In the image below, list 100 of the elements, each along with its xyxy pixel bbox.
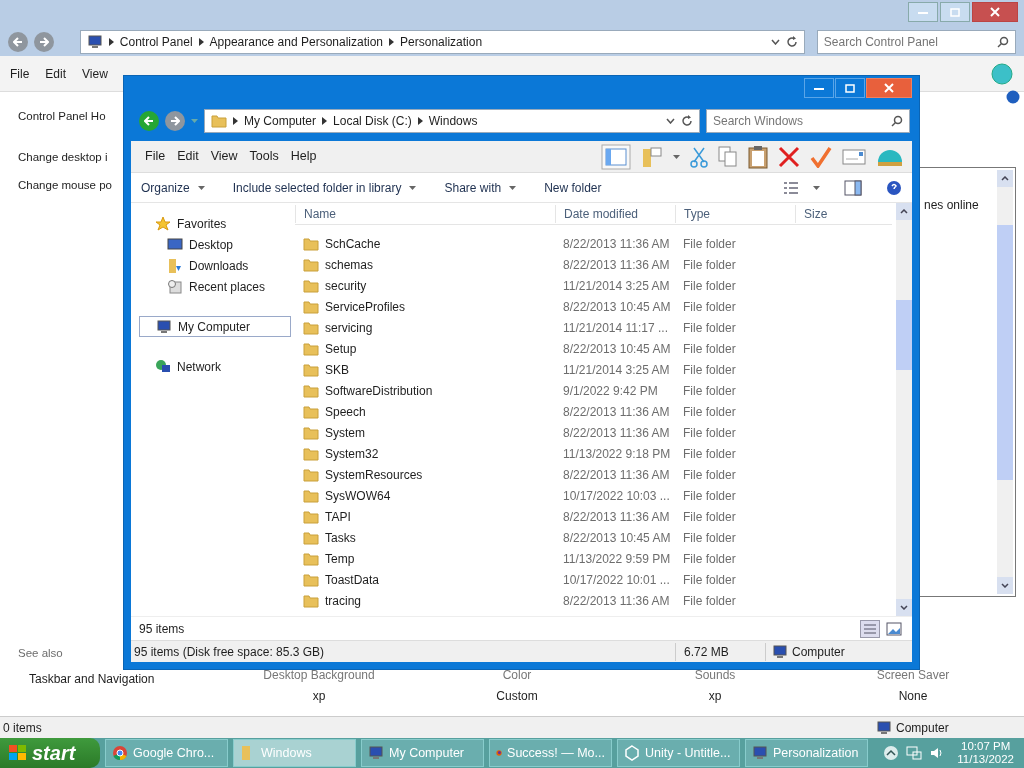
menu-item[interactable]: Help [284,145,323,168]
close-button[interactable] [972,2,1018,22]
chevron-icon [389,38,395,46]
theme-setting-label[interactable]: Sounds [694,666,736,684]
vertical-scrollbar[interactable] [997,170,1013,594]
maximize-button[interactable] [835,78,865,98]
breadcrumb-item[interactable]: Personalization [400,33,483,51]
navigation-item[interactable]: Recent places [139,276,291,297]
theme-setting-label[interactable]: Desktop Background [263,666,375,684]
file-name[interactable]: SchCache [295,234,555,253]
details-view-icon[interactable] [860,619,880,638]
minimize-button[interactable] [804,78,834,98]
toolbar-command[interactable]: Share with [444,178,517,197]
folder-icon [303,551,319,566]
file-name[interactable]: Speech [295,402,555,421]
toolbar-command[interactable]: Include selected folder in library [232,178,417,197]
menu-item[interactable]: Edit [171,145,205,168]
copy-icon[interactable] [718,145,738,168]
file-name[interactable]: security [295,276,555,295]
navigation-item[interactable]: Network [139,356,291,377]
delete-icon[interactable] [778,145,800,168]
date-cell-text: 8/22/2013 11:36 AM [562,508,671,526]
network-icon[interactable] [905,745,924,761]
column-header[interactable]: Size [795,204,875,223]
menu-item[interactable]: Tools [243,145,285,168]
column-header[interactable]: Type [675,204,795,223]
sidebar-link[interactable]: Change mouse po [18,176,123,194]
start-button[interactable]: start [0,738,100,768]
chevron-up-icon[interactable] [883,745,900,761]
file-name[interactable]: SysWOW64 [295,486,555,505]
file-name[interactable]: ToastData [295,570,555,589]
theme-setting-label[interactable]: Color [502,666,532,684]
sidebar-link[interactable]: Change desktop i [18,149,123,167]
column-header[interactable]: Name [295,204,555,223]
checkmark-icon[interactable] [810,145,832,168]
preview-pane-icon[interactable] [844,179,862,196]
file-name[interactable]: Temp [295,549,555,568]
see-also-link[interactable]: Taskbar and Navigation [29,672,155,686]
menu-item[interactable]: File [10,64,30,83]
file-name[interactable]: SoftwareDistribution [295,381,555,400]
column-header[interactable]: Date modified [555,204,675,223]
menu-item[interactable]: File [139,145,172,168]
breadcrumb-item[interactable]: My Computer [244,112,317,130]
clipboard-icon[interactable] [748,144,768,169]
file-name[interactable]: TAPI [295,507,555,526]
file-name[interactable]: schemas [295,255,555,274]
maximize-button[interactable] [940,2,970,22]
search-field[interactable]: Search Windows [706,109,910,133]
link-text[interactable]: nes online [924,196,979,214]
help-icon[interactable] [1006,90,1020,104]
minimize-icon [918,10,928,14]
back-button[interactable] [8,32,28,52]
scroll-thumb[interactable] [896,300,912,370]
breadcrumb-item[interactable]: Local Disk (C:) [333,112,412,130]
navigation-item[interactable]: Desktop [139,234,291,255]
breadcrumb-item[interactable]: Appearance and Personalization [209,33,384,51]
toolbar-command[interactable]: Organize [141,178,205,197]
thumbnail-view-icon[interactable] [884,619,904,638]
menu-item[interactable]: Edit [45,64,67,83]
file-name[interactable]: SystemResources [295,465,555,484]
status-location: Computer [792,643,845,661]
back-button[interactable] [139,111,159,131]
breadcrumb-item[interactable]: Windows [428,112,478,130]
navigation-item[interactable]: Downloads [139,255,291,276]
close-button[interactable] [866,78,912,98]
forward-button[interactable] [33,32,54,52]
file-name[interactable]: System [295,423,555,442]
refresh-icon[interactable] [785,36,798,48]
refresh-icon[interactable] [681,115,693,127]
file-name[interactable]: SKB [295,360,555,379]
dropdown-icon[interactable] [666,118,675,124]
navigation-item[interactable]: My Computer [139,316,291,337]
file-name[interactable]: servicing [295,318,555,337]
forward-button[interactable] [165,111,185,131]
breadcrumb-item[interactable]: Control Panel [119,33,193,51]
theme-setting-label[interactable]: Screen Saver [876,666,950,684]
file-name[interactable]: Tasks [295,528,555,547]
search-field[interactable]: Search Control Panel [816,30,1016,54]
toolbar-command[interactable]: New folder [544,178,602,197]
vertical-scrollbar[interactable] [896,203,912,616]
folder-icon [303,299,319,314]
properties-icon[interactable] [842,147,866,166]
help-icon[interactable] [886,179,902,196]
file-name[interactable]: ServiceProfiles [295,297,555,316]
scissors-icon[interactable] [690,145,708,168]
star-icon [155,215,171,232]
minimize-button[interactable] [908,2,938,22]
view-list-icon[interactable] [783,180,799,195]
file-name[interactable]: System32 [295,444,555,463]
file-name[interactable]: Setup [295,339,555,358]
navigation-item[interactable]: Favorites [139,213,291,234]
status-text: 95 items (Disk free space: 85.3 GB) [133,643,326,661]
sidebar-link[interactable]: Control Panel Ho [18,108,123,126]
menu-item[interactable]: View [204,145,244,168]
scroll-thumb[interactable] [997,224,1013,480]
layout-pane-icon[interactable] [601,143,631,170]
dropdown-icon[interactable] [770,39,780,45]
menu-item[interactable]: View [82,64,108,83]
file-name[interactable]: tracing [295,591,555,610]
folder-check-icon[interactable] [641,145,663,168]
